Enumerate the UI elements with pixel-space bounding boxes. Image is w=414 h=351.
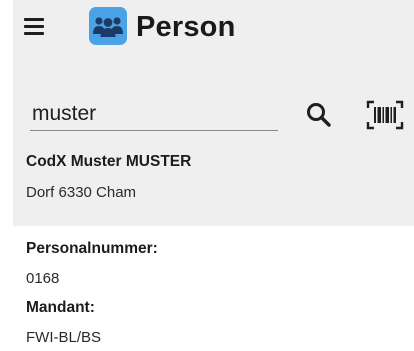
search-icon[interactable]: [304, 100, 334, 130]
personalnummer-value: 0168: [26, 270, 60, 287]
personalnummer-label: Personalnummer:: [26, 240, 158, 257]
barcode-scan-icon[interactable]: [366, 99, 404, 131]
hamburger-menu-icon[interactable]: [22, 16, 48, 38]
result-person-address: Dorf 6330 Cham: [26, 184, 137, 201]
result-person-name[interactable]: CodX Muster MUSTER: [26, 152, 191, 172]
mandant-value: FWI-BL/BS: [26, 329, 102, 346]
app-toolbar: Person: [0, 0, 414, 56]
search-input[interactable]: [30, 99, 278, 131]
mandant-label: Mandant:: [26, 299, 95, 316]
people-group-icon: [89, 7, 127, 45]
page-title: Person: [136, 11, 236, 43]
